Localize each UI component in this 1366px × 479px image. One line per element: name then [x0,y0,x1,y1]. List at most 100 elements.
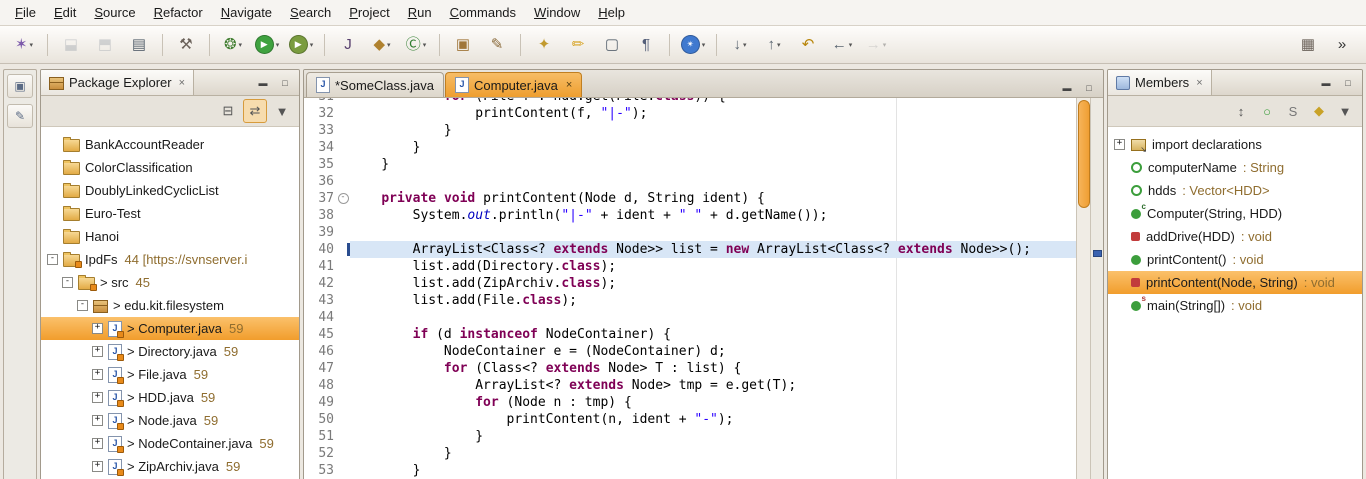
close-view-icon[interactable]: × [1196,77,1202,89]
minimize-button[interactable]: ▬ [1316,74,1336,92]
member-item[interactable]: +printContent() : void [1108,248,1362,271]
tree-expander-icon[interactable]: + [92,392,103,403]
member-expander-icon[interactable]: + [1114,139,1125,150]
mark-occurrences-button[interactable]: ✏ [562,32,594,58]
tree-item[interactable]: +> Computer.java59 [41,317,299,340]
show-view-button[interactable]: ▢ [596,32,628,58]
hide-static-icon[interactable]: S [1282,100,1304,122]
maximize-button[interactable]: □ [1338,74,1358,92]
member-item[interactable]: +import declarations [1108,133,1362,156]
new-wizard-button[interactable]: ✶▾ [8,32,40,58]
member-item[interactable]: +addDrive(HDD) : void [1108,225,1362,248]
editor-vertical-scrollbar[interactable] [1076,98,1091,479]
menu-project[interactable]: Project [340,2,398,23]
show-whitespace-button[interactable]: ¶ [630,32,662,58]
run-button[interactable]: ▶▾ [251,32,283,58]
member-item[interactable]: +printContent(Node, String) : void [1108,271,1362,294]
next-annotation-button[interactable]: ↓▾ [724,32,756,58]
tree-expander-icon[interactable]: - [62,277,73,288]
tree-item[interactable]: +> File.java59 [41,363,299,386]
hide-nonpublic-icon[interactable]: ◆ [1308,100,1330,122]
link-with-editor-icon[interactable]: ⇄ [243,99,267,123]
last-edit-location-button[interactable]: ↶ [792,32,824,58]
menu-window[interactable]: Window [525,2,589,23]
view-menu-icon[interactable]: ▼ [271,100,293,122]
menu-file[interactable]: File [6,2,45,23]
tree-expander-icon[interactable]: + [92,438,103,449]
back-button[interactable]: ←▾ [826,32,858,58]
collapse-all-icon[interactable]: ⊟ [217,100,239,122]
tree-expander-icon[interactable]: + [92,415,103,426]
editor-tab[interactable]: Computer.java× [445,72,582,97]
member-item[interactable]: +hdds : Vector<HDD> [1108,179,1362,202]
tree-item[interactable]: +BankAccountReader [41,133,299,156]
member-type: : void [1241,229,1272,244]
tree-item[interactable]: -> edu.kit.filesystem [41,294,299,317]
tree-item[interactable]: +ColorClassification [41,156,299,179]
tree-item[interactable]: +Hanoi [41,225,299,248]
package-explorer-view-tab[interactable]: Package Explorer × [41,70,194,95]
previous-annotation-button[interactable]: ↑▾ [758,32,790,58]
menu-refactor[interactable]: Refactor [145,2,212,23]
menu-run[interactable]: Run [399,2,441,23]
build-all-button[interactable]: ⚒ [170,32,202,58]
new-class-button[interactable]: Ⓒ▾ [400,32,432,58]
tree-expander-icon[interactable]: - [77,300,88,311]
editor-presentation-button[interactable]: ▦ [1292,32,1324,58]
tree-item[interactable]: -> src45 [41,271,299,294]
tree-item[interactable]: +Euro-Test [41,202,299,225]
member-item[interactable]: +Computer(String, HDD) [1108,202,1362,225]
javadoc-button[interactable]: ✎ [481,32,513,58]
fold-collapse-icon[interactable]: - [338,193,349,204]
close-tab-icon[interactable]: × [566,79,572,91]
member-item[interactable]: +computerName : String [1108,156,1362,179]
new-java-project-button[interactable]: J [332,32,364,58]
tree-item[interactable]: +> ZipArchiv.java59 [41,455,299,478]
fold-column [336,428,350,445]
menu-source[interactable]: Source [85,2,144,23]
tree-expander-icon[interactable]: + [92,346,103,357]
menu-search[interactable]: Search [281,2,340,23]
tree-expander-icon[interactable]: + [92,369,103,380]
menu-commands[interactable]: Commands [441,2,525,23]
tree-expander-icon[interactable]: + [92,461,103,472]
tree-item[interactable]: +> Node.java59 [41,409,299,432]
minimize-button[interactable]: ▬ [253,74,273,92]
menu-edit[interactable]: Edit [45,2,85,23]
line-number: 43 [304,292,336,309]
view-menu-icon[interactable]: ▼ [1334,100,1356,122]
tree-expander-icon[interactable]: + [92,323,103,334]
sort-members-icon[interactable]: ↕ [1230,100,1252,122]
toolbar-overflow-button[interactable]: » [1326,32,1358,58]
dropdown-arrow-icon: ▾ [423,41,427,49]
tree-item[interactable]: +> Directory.java59 [41,340,299,363]
debug-button[interactable]: ❂▾ [217,32,249,58]
maximize-button[interactable]: □ [275,74,295,92]
close-view-icon[interactable]: × [179,77,185,89]
editor-tab[interactable]: *SomeClass.java [306,72,444,97]
hide-fields-icon[interactable]: ○ [1256,100,1278,122]
tree-item[interactable]: +DoublyLinkedCyclicList [41,179,299,202]
export-jar-button[interactable]: ▣ [447,32,479,58]
maximize-button[interactable]: □ [1079,79,1099,97]
tree-item[interactable]: +> HDD.java59 [41,386,299,409]
java-perspective-button[interactable]: ✴▾ [677,32,709,58]
tree-item[interactable]: -IpdFs44 [https://svnserver.i [41,248,299,271]
members-view-tab[interactable]: Members × [1108,70,1212,95]
overview-ruler[interactable] [1090,98,1103,479]
menu-help[interactable]: Help [589,2,634,23]
tree-item[interactable]: +> NodeContainer.java59 [41,432,299,455]
minimize-button[interactable]: ▬ [1057,79,1077,97]
run-external-button[interactable]: ▶▾ [285,32,317,58]
search-button[interactable]: ✦ [528,32,560,58]
new-package-button[interactable]: ◆▾ [366,32,398,58]
tree-expander-icon[interactable]: - [47,254,58,265]
open-editor-shortcut-button[interactable]: ✎ [7,104,33,128]
scrollbar-thumb[interactable] [1078,100,1090,208]
print-button[interactable]: ▤ [123,32,155,58]
menu-navigate[interactable]: Navigate [212,2,281,23]
toolbar-separator [669,34,670,56]
member-item[interactable]: +main(String[]) : void [1108,294,1362,317]
restore-view-button[interactable]: ▣ [7,74,33,98]
code-editor[interactable]: 31 for (File f : hdd.get(File.class)) {3… [304,98,1103,479]
